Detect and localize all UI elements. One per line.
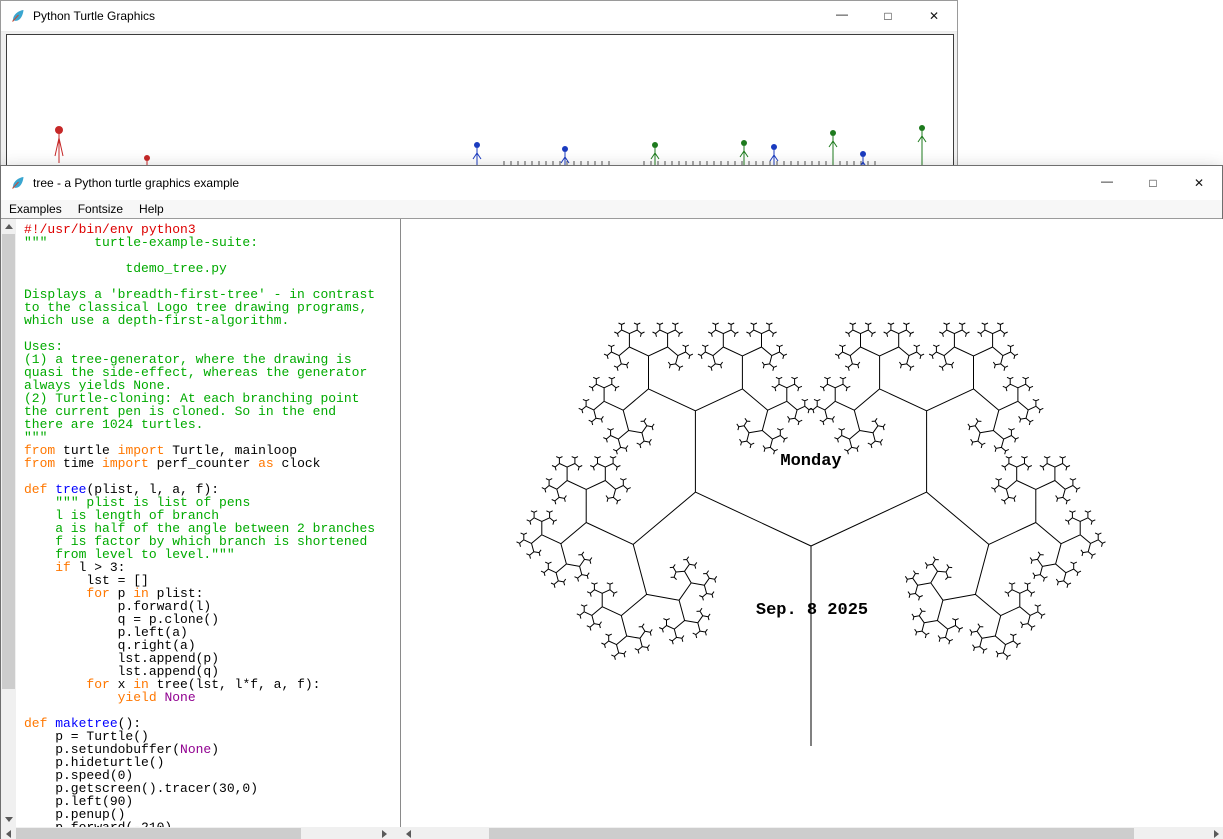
turtle-figure bbox=[740, 140, 748, 167]
scroll-down-icon bbox=[5, 817, 13, 822]
scroll-up-button[interactable] bbox=[1, 219, 16, 234]
scroll-left-icon bbox=[406, 830, 411, 838]
code-line: which use a depth-first-algorithm. bbox=[24, 314, 392, 327]
scroll-right-button[interactable] bbox=[377, 827, 392, 839]
scrollbar-thumb[interactable] bbox=[16, 828, 301, 839]
maximize-icon: □ bbox=[884, 9, 891, 23]
code-line: """ turtle-example-suite: bbox=[24, 236, 392, 249]
maximize-button[interactable]: □ bbox=[865, 1, 911, 31]
code-line: tdemo_tree.py bbox=[24, 262, 392, 275]
menubar: Examples Fontsize Help bbox=[1, 200, 1222, 218]
scroll-down-button[interactable] bbox=[1, 812, 16, 827]
code-line: from time import perf_counter as clock bbox=[24, 457, 392, 470]
close-button[interactable]: ✕ bbox=[911, 1, 957, 31]
window-controls: — □ ✕ bbox=[1084, 166, 1222, 200]
turtle-figure bbox=[918, 125, 926, 167]
minimize-button[interactable]: — bbox=[1084, 166, 1130, 200]
code-vertical-scrollbar[interactable] bbox=[1, 219, 16, 827]
turtle-figure bbox=[473, 142, 481, 167]
tree-drawing: Monday Sep. 8 2025 bbox=[401, 219, 1223, 827]
scroll-left-icon bbox=[6, 830, 11, 838]
menu-help[interactable]: Help bbox=[131, 200, 172, 218]
maximize-icon: □ bbox=[1149, 176, 1156, 190]
close-icon: ✕ bbox=[929, 9, 939, 23]
canvas-horizontal-scrollbar[interactable] bbox=[401, 827, 1223, 839]
code-line bbox=[24, 327, 392, 340]
maximize-button[interactable]: □ bbox=[1130, 166, 1176, 200]
scroll-right-icon bbox=[1214, 830, 1219, 838]
app-feather-icon bbox=[10, 8, 26, 24]
desktop: Python Turtle Graphics — □ ✕ tree - a Py… bbox=[0, 0, 1223, 839]
code-horizontal-scrollbar[interactable] bbox=[1, 827, 392, 839]
titlebar[interactable]: Python Turtle Graphics — □ ✕ bbox=[1, 1, 957, 32]
scrollbar-corner bbox=[392, 827, 401, 839]
turtle-figure bbox=[55, 126, 63, 163]
scroll-right-button[interactable] bbox=[1209, 827, 1223, 839]
menu-fontsize[interactable]: Fontsize bbox=[70, 200, 131, 218]
pane-sash[interactable] bbox=[392, 219, 401, 827]
code-line: yield None bbox=[24, 691, 392, 704]
window-controls: — □ ✕ bbox=[819, 1, 957, 31]
scrollbar-thumb[interactable] bbox=[489, 828, 1134, 839]
window-title: Python Turtle Graphics bbox=[33, 9, 155, 23]
titlebar[interactable]: tree - a Python turtle graphics example … bbox=[1, 166, 1222, 200]
scrollbar-thumb[interactable] bbox=[2, 234, 15, 689]
turtle-figure bbox=[829, 130, 837, 167]
scroll-right-icon bbox=[382, 830, 387, 838]
window-title: tree - a Python turtle graphics example bbox=[33, 176, 239, 190]
code-line: there are 1024 turtles. bbox=[24, 418, 392, 431]
code-viewer[interactable]: #!/usr/bin/env python3""" turtle-example… bbox=[16, 219, 392, 827]
date-text: Sep. 8 2025 bbox=[756, 601, 868, 620]
app-feather-icon bbox=[10, 175, 26, 191]
menu-examples[interactable]: Examples bbox=[1, 200, 70, 218]
minimize-button[interactable]: — bbox=[819, 1, 865, 31]
window-content: #!/usr/bin/env python3""" turtle-example… bbox=[1, 218, 1222, 838]
minimize-icon: — bbox=[1101, 174, 1113, 188]
fractal-tree-path bbox=[517, 323, 1106, 746]
scroll-left-button[interactable] bbox=[401, 827, 416, 839]
close-icon: ✕ bbox=[1194, 176, 1204, 190]
scroll-left-button[interactable] bbox=[1, 827, 16, 839]
turtle-canvas: Monday Sep. 8 2025 bbox=[401, 219, 1223, 827]
minimize-icon: — bbox=[836, 7, 848, 21]
turtle-figure bbox=[561, 146, 569, 167]
weekday-text: Monday bbox=[780, 452, 841, 471]
close-button[interactable]: ✕ bbox=[1176, 166, 1222, 200]
turtledemo-window: tree - a Python turtle graphics example … bbox=[0, 165, 1223, 839]
scroll-up-icon bbox=[5, 224, 13, 229]
